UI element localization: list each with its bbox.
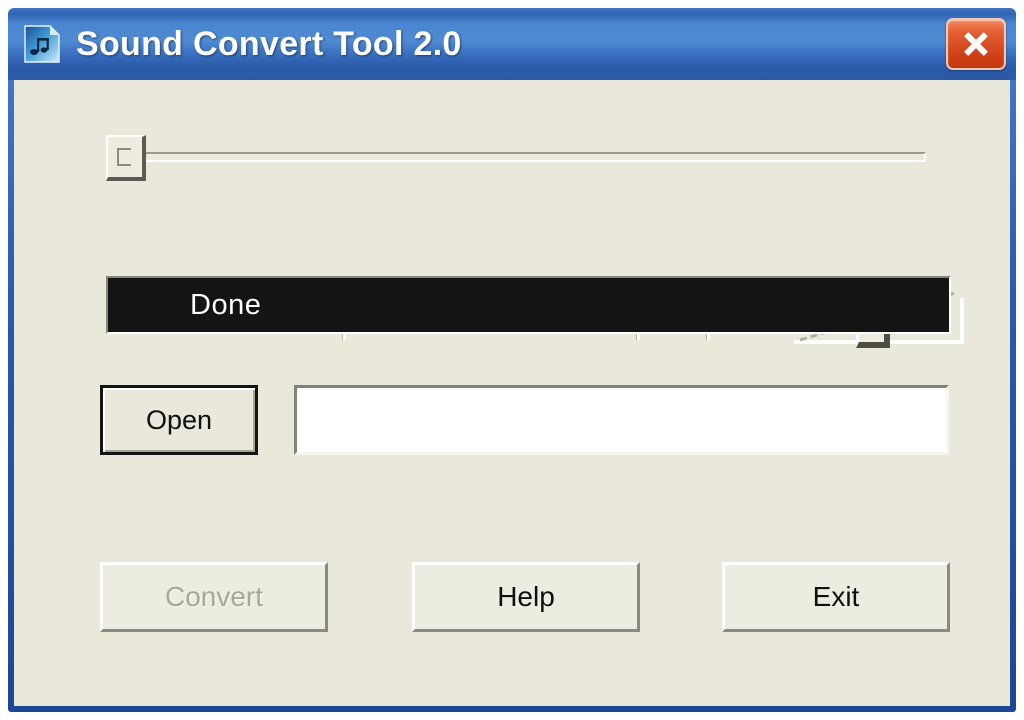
close-icon[interactable]	[946, 18, 1006, 70]
exit-button[interactable]: Exit	[722, 562, 950, 632]
application-window: Sound Convert Tool 2.0 Done Open Convert…	[8, 8, 1016, 712]
help-button[interactable]: Help	[412, 562, 640, 632]
title-bar[interactable]: Sound Convert Tool 2.0	[8, 8, 1016, 80]
file-path-input[interactable]	[294, 385, 949, 455]
playback-slider-track[interactable]	[130, 152, 926, 162]
playback-slider-thumb[interactable]	[106, 135, 146, 181]
open-button[interactable]: Open	[100, 385, 258, 455]
status-text: Done	[190, 288, 262, 321]
client-area: Done Open Convert Help Exit	[14, 80, 1010, 706]
status-display: Done	[106, 276, 951, 334]
playback-position-slider[interactable]	[106, 135, 926, 181]
window-title: Sound Convert Tool 2.0	[76, 24, 462, 63]
convert-button[interactable]: Convert	[100, 562, 328, 632]
sound-document-icon	[22, 24, 62, 64]
